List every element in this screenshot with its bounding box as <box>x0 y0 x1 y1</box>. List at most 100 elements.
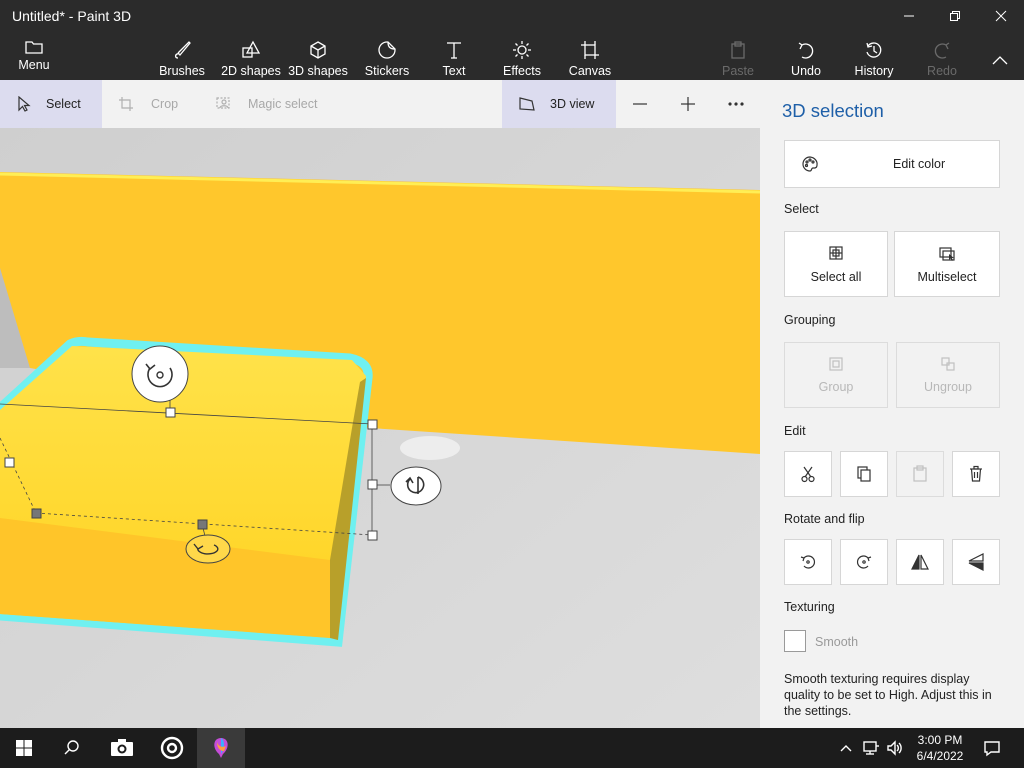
sticker-icon <box>378 41 396 59</box>
restore-button[interactable] <box>932 0 978 32</box>
scissors-icon <box>801 466 815 483</box>
group-icon <box>829 357 843 371</box>
speaker-icon <box>887 740 902 756</box>
resize-handle[interactable] <box>165 407 176 418</box>
more-options-button[interactable] <box>722 80 750 128</box>
text-tool[interactable]: Text <box>432 32 476 80</box>
effects-tool[interactable]: Effects <box>500 32 544 80</box>
stickers-label: Stickers <box>364 64 410 78</box>
crop-tool[interactable]: Crop <box>118 80 198 128</box>
flip-horizontal-button[interactable] <box>896 539 944 585</box>
rotate-x-handle[interactable] <box>131 345 189 403</box>
resize-handle[interactable] <box>367 479 378 490</box>
copy-button[interactable] <box>840 451 888 497</box>
disc-icon <box>160 736 184 760</box>
windows-icon <box>16 740 32 756</box>
cursor-icon <box>18 96 31 112</box>
brushes-tool[interactable]: Brushes <box>156 32 208 80</box>
smooth-checkbox[interactable] <box>784 630 806 652</box>
3d-view-toggle[interactable]: 3D view <box>502 80 616 128</box>
search-button[interactable] <box>48 728 96 768</box>
3d-view-label: 3D view <box>550 97 595 111</box>
redo-label: Redo <box>927 64 957 78</box>
smooth-label: Smooth <box>815 635 859 649</box>
paste-label: Paste <box>722 64 754 78</box>
3d-shapes-tool[interactable]: 3D shapes <box>288 32 348 80</box>
select-all-label: Select all <box>810 269 862 284</box>
brushes-label: Brushes <box>159 64 205 78</box>
resize-handle[interactable] <box>197 519 208 530</box>
close-button[interactable] <box>978 0 1024 32</box>
plus-icon <box>681 97 695 111</box>
volume-button[interactable] <box>884 728 906 768</box>
rotate-y-handle[interactable] <box>390 466 442 506</box>
groove-app-button[interactable] <box>148 728 196 768</box>
3d-shapes-label: 3D shapes <box>288 64 348 78</box>
selection-toolbar: Select Crop Magic select 3D view <box>0 80 760 128</box>
edit-color-label: Edit color <box>893 157 946 171</box>
main-toolbar: Menu Brushes 2D shapes 3D shapes Sticker… <box>0 32 1024 80</box>
trash-icon <box>970 465 982 482</box>
select-tool[interactable]: Select <box>0 80 102 128</box>
collapse-toolbar-button[interactable] <box>980 32 1020 80</box>
zoom-in-button[interactable] <box>674 80 702 128</box>
taskbar-clock[interactable]: 3:00 PM 6/4/2022 <box>908 732 972 764</box>
multiselect-icon <box>939 246 955 261</box>
ungroup-button[interactable]: Ungroup <box>896 342 1000 408</box>
resize-handle[interactable] <box>367 419 378 430</box>
paint-3d-app-button[interactable] <box>197 728 245 768</box>
title-bar: Untitled* - Paint 3D <box>0 0 1024 32</box>
clock-time: 3:00 PM <box>917 733 963 747</box>
redo-button[interactable]: Redo <box>920 32 964 80</box>
resize-handle[interactable] <box>31 508 42 519</box>
canvas-label: Canvas <box>568 64 612 78</box>
cut-button[interactable] <box>784 451 832 497</box>
copy-icon <box>857 466 871 482</box>
resize-handle[interactable] <box>367 530 378 541</box>
minimize-button[interactable] <box>886 0 932 32</box>
clock-date: 6/4/2022 <box>916 749 964 763</box>
folder-icon <box>25 41 43 54</box>
paste-button[interactable]: Paste <box>716 32 760 80</box>
network-button[interactable] <box>860 728 882 768</box>
group-button[interactable]: Group <box>784 342 888 408</box>
show-hidden-icons-button[interactable] <box>836 728 856 768</box>
group-label: Group <box>818 380 854 394</box>
3d-canvas[interactable] <box>0 128 760 728</box>
multiselect-button[interactable]: Multiselect <box>894 231 1000 297</box>
select-heading: Select <box>784 202 819 216</box>
flip-vertical-button[interactable] <box>952 539 1000 585</box>
notifications-button[interactable] <box>978 728 1006 768</box>
smooth-note: Smooth texturing requires display qualit… <box>784 672 992 718</box>
select-label: Select <box>46 97 81 111</box>
stickers-tool[interactable]: Stickers <box>362 32 412 80</box>
paint-3d-icon <box>214 738 228 758</box>
rotate-right-button[interactable] <box>840 539 888 585</box>
magic-select-icon <box>216 97 230 109</box>
select-all-button[interactable]: Select all <box>784 231 888 297</box>
history-button[interactable]: History <box>850 32 898 80</box>
history-label: History <box>854 64 894 78</box>
palette-icon <box>802 156 818 172</box>
resize-handle[interactable] <box>4 457 15 468</box>
start-button[interactable] <box>0 728 48 768</box>
restore-icon <box>950 11 960 21</box>
ellipsis-icon <box>728 102 744 106</box>
zoom-out-button[interactable] <box>626 80 654 128</box>
camera-app-button[interactable] <box>98 728 146 768</box>
edit-color-button[interactable]: Edit color <box>784 140 1000 188</box>
delete-button[interactable] <box>952 451 1000 497</box>
undo-button[interactable]: Undo <box>784 32 828 80</box>
2d-shapes-tool[interactable]: 2D shapes <box>220 32 282 80</box>
canvas-tool[interactable]: Canvas <box>566 32 614 80</box>
magic-select-tool[interactable]: Magic select <box>216 80 336 128</box>
rotate-z-handle[interactable] <box>185 534 231 564</box>
grouping-heading: Grouping <box>784 313 836 327</box>
paste-object-button[interactable] <box>896 451 944 497</box>
menu-button[interactable]: Menu <box>12 32 56 80</box>
scene-drawing <box>0 128 760 728</box>
rotate-left-button[interactable] <box>784 539 832 585</box>
2d-shapes-label: 2D shapes <box>221 64 281 78</box>
magic-select-label: Magic select <box>248 97 318 111</box>
history-icon <box>866 42 882 58</box>
